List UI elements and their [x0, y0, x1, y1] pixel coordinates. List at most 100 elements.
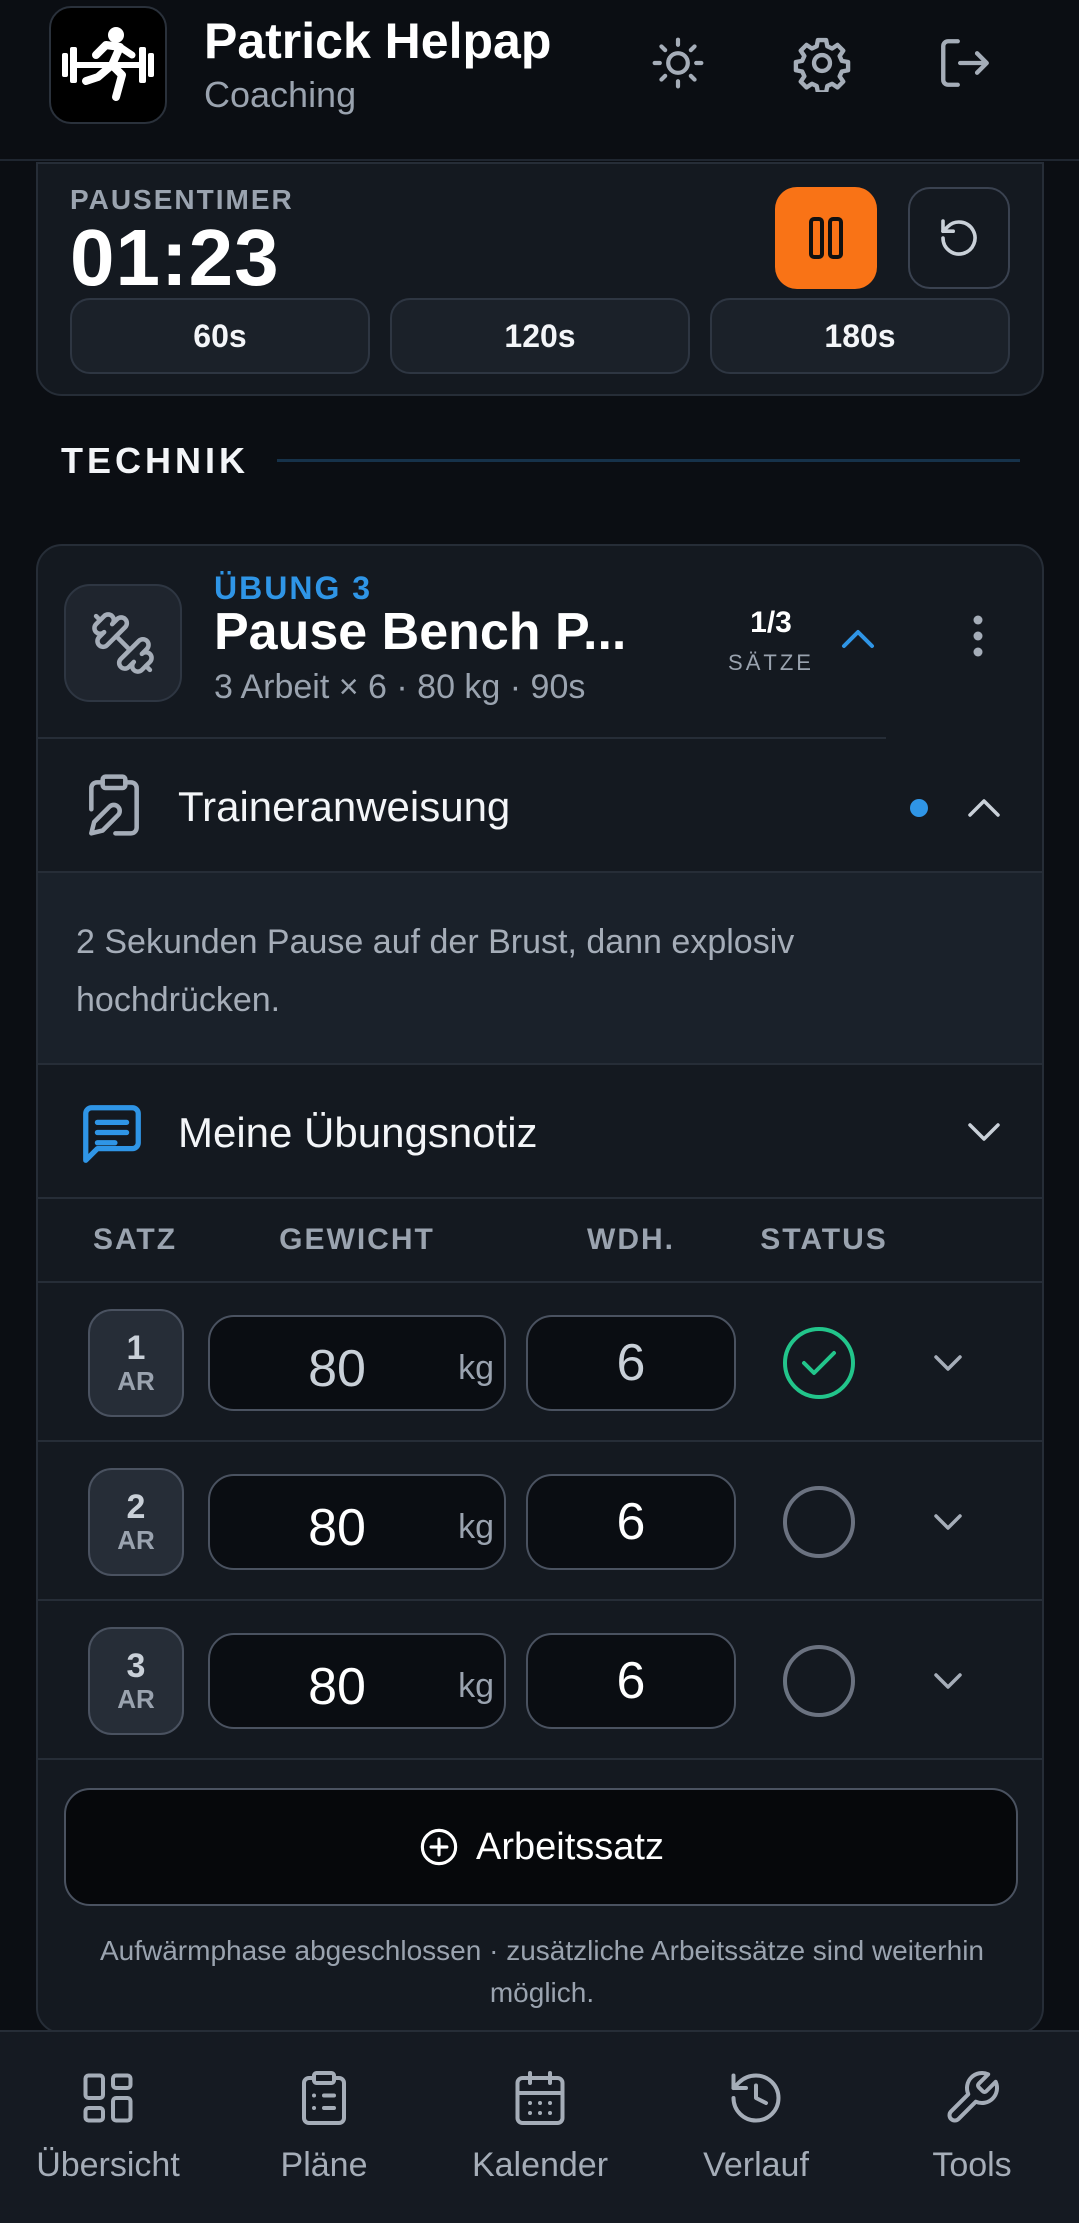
sun-icon [652, 37, 704, 89]
app-header: Patrick Helpap Coaching [0, 0, 1079, 161]
set-type: AR [117, 1366, 155, 1396]
collapse-exercise-button[interactable] [838, 618, 878, 658]
chevron-down-icon [934, 1514, 962, 1530]
bottom-navigation: Übersicht Pläne Kalender Verlauf Tools [0, 2030, 1079, 2223]
sets-label: SÄTZE [728, 650, 814, 675]
nav-plans[interactable]: Pläne [224, 2068, 424, 2185]
set-row: 2 AR 80 kg 6 [38, 1442, 1042, 1601]
set-badge[interactable]: 3 AR [88, 1627, 184, 1735]
weight-input[interactable]: 80 kg [208, 1315, 506, 1411]
set-number: 1 [126, 1329, 146, 1367]
preset-120s-button[interactable]: 120s [390, 298, 690, 374]
nav-label: Tools [932, 2146, 1012, 2184]
gear-icon [793, 37, 851, 92]
message-square-text-icon [83, 1105, 141, 1163]
user-role: Coaching [204, 74, 357, 115]
set-complete-toggle[interactable] [783, 1486, 855, 1558]
theme-toggle-button[interactable] [643, 28, 713, 98]
grid-icon [83, 2073, 133, 2123]
my-note-label: Meine Übungsnotiz [178, 1109, 538, 1156]
exercise-menu-button[interactable] [958, 606, 998, 666]
set-number: 2 [126, 1488, 146, 1526]
exercise-icon-box [64, 584, 182, 702]
add-work-set-button[interactable]: Arbeitssatz [64, 1788, 1018, 1906]
chevron-down-icon [934, 1355, 962, 1371]
plus-circle-icon [420, 1828, 458, 1866]
section-title: TECHNIK [61, 440, 249, 481]
set-badge[interactable]: 2 AR [88, 1468, 184, 1576]
logout-button[interactable] [930, 28, 1000, 98]
pause-icon [809, 217, 843, 259]
sets-table-header: SATZ GEWICHT WDH. STATUS [38, 1199, 1042, 1283]
nav-label: Kalender [471, 2146, 609, 2184]
nav-tools[interactable]: Tools [872, 2068, 1072, 2185]
warmup-note: Aufwärmphase abgeschlossen · zusätzliche… [99, 1935, 984, 2008]
settings-button[interactable] [787, 28, 857, 98]
coach-instruction-toggle[interactable]: Traineranweisung [38, 739, 1042, 873]
nav-calendar[interactable]: Kalender [440, 2068, 640, 2185]
pause-timer-button[interactable] [775, 187, 877, 289]
set-type: AR [117, 1525, 155, 1555]
wrench-icon [947, 2071, 999, 2123]
section-divider [277, 459, 1020, 462]
header-reps: WDH. [587, 1223, 675, 1256]
coach-instruction-text: 2 Sekunden Pause auf der Brust, dann exp… [76, 923, 795, 1019]
set-badge[interactable]: 1 AR [88, 1309, 184, 1417]
more-vertical-icon [973, 615, 983, 657]
nav-label: Übersicht [36, 2146, 180, 2184]
weight-unit: kg [458, 1508, 494, 1546]
exercise-name[interactable]: Pause Bench P... [214, 602, 626, 662]
set-complete-toggle[interactable] [783, 1645, 855, 1717]
my-note-toggle[interactable]: Meine Übungsnotiz [38, 1065, 1042, 1199]
chevron-up-icon [842, 630, 874, 648]
reps-input[interactable]: 6 [526, 1633, 736, 1729]
set-type: AR [117, 1684, 155, 1714]
expand-set-button[interactable] [928, 1343, 968, 1383]
chevron-up-icon [964, 787, 1004, 827]
check-icon [802, 1351, 836, 1375]
exercise-meta: 3 Arbeit × 6 · 80 kg · 90s [214, 668, 586, 706]
user-name: Patrick Helpap [204, 13, 552, 69]
nav-overview[interactable]: Übersicht [8, 2068, 208, 2185]
logout-icon [941, 39, 989, 87]
weight-value: 80 [308, 1658, 366, 1716]
reset-icon [941, 219, 977, 256]
preset-180s-button[interactable]: 180s [710, 298, 1010, 374]
chevron-down-icon [934, 1673, 962, 1689]
rest-timer-card: PAUSENTIMER 01:23 60s 120s 180s [36, 162, 1044, 396]
expand-set-button[interactable] [928, 1661, 968, 1701]
add-work-set-label: Arbeitssatz [476, 1825, 664, 1868]
clipboard-edit-icon [89, 774, 139, 836]
timer-value: 01:23 [70, 213, 280, 302]
preset-60s-button[interactable]: 60s [70, 298, 370, 374]
weight-value: 80 [308, 1499, 366, 1557]
coach-instruction-label: Traineranweisung [178, 783, 511, 830]
weight-input[interactable]: 80 kg [208, 1474, 506, 1570]
set-row: 3 AR 80 kg 6 [38, 1601, 1042, 1760]
weight-unit: kg [458, 1349, 494, 1387]
dumbbell-icon [92, 612, 154, 674]
expand-set-button[interactable] [928, 1502, 968, 1542]
coach-instruction-panel: 2 Sekunden Pause auf der Brust, dann exp… [38, 873, 1042, 1065]
header-status: STATUS [760, 1223, 888, 1256]
weight-value: 80 [308, 1340, 366, 1398]
weight-unit: kg [458, 1667, 494, 1705]
clipboard-icon [302, 2071, 346, 2125]
sets-progress: 1/3 [750, 606, 792, 639]
nav-history[interactable]: Verlauf [656, 2068, 856, 2185]
reset-timer-button[interactable] [908, 187, 1010, 289]
chevron-down-icon [964, 1113, 1004, 1153]
weight-input[interactable]: 80 kg [208, 1633, 506, 1729]
calendar-icon [515, 2071, 565, 2125]
app-logo [49, 6, 167, 124]
set-complete-toggle[interactable] [783, 1327, 855, 1399]
unread-indicator [910, 799, 928, 817]
exercise-card: ÜBUNG 3 Pause Bench P... 3 Arbeit × 6 · … [36, 544, 1044, 2034]
history-icon [731, 2073, 781, 2123]
reps-input[interactable]: 6 [526, 1315, 736, 1411]
header-set: SATZ [92, 1223, 178, 1256]
set-row: 1 AR 80 kg 6 [38, 1283, 1042, 1442]
header-weight: GEWICHT [279, 1223, 435, 1256]
set-number: 3 [126, 1647, 146, 1685]
reps-input[interactable]: 6 [526, 1474, 736, 1570]
